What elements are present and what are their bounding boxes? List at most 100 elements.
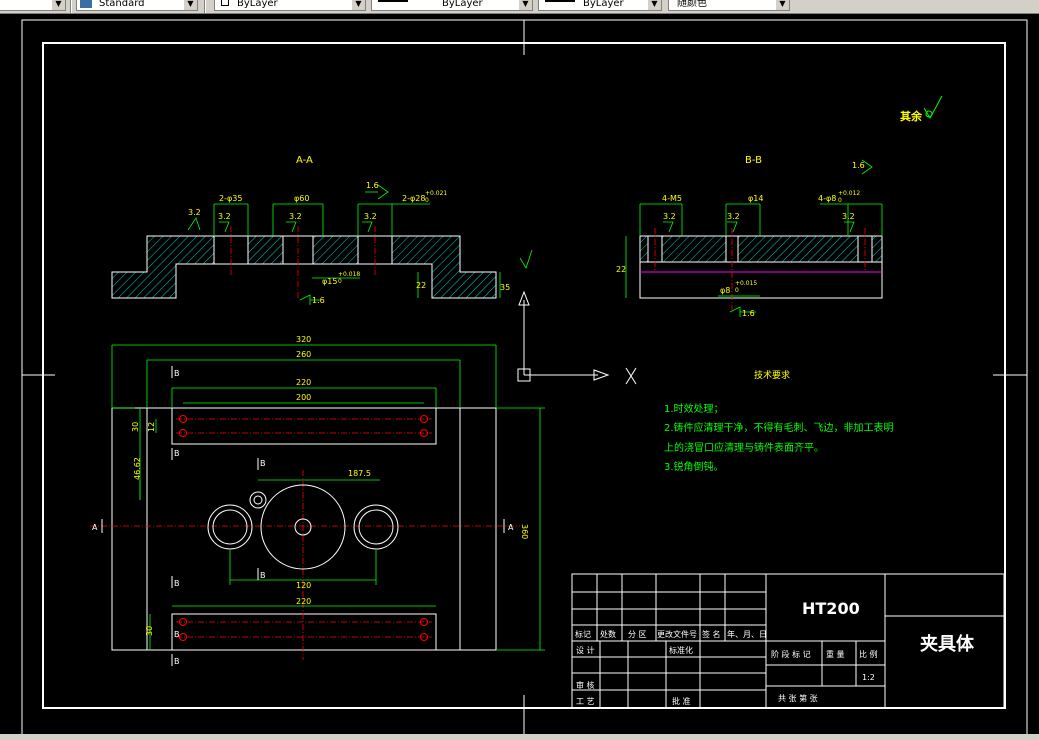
- chevron-down-icon[interactable]: ▼: [518, 0, 532, 10]
- layer-value: ByLayer: [237, 0, 278, 9]
- label-b-4: B: [260, 571, 266, 580]
- label-a-right: A: [508, 523, 514, 532]
- layer-dropdown[interactable]: ByLayer ▼: [214, 0, 366, 11]
- section-b-title: B-B: [745, 155, 762, 166]
- roughness-a-right: 3.2: [364, 212, 377, 221]
- text-style-dropdown[interactable]: Standard ▼: [76, 0, 198, 11]
- dim-30-bottom: 30: [145, 626, 154, 636]
- chevron-down-icon[interactable]: ▼: [51, 0, 65, 10]
- stage-label: 阶 段 标 记: [771, 649, 811, 659]
- rest-finish-text: 其余: [900, 109, 923, 123]
- weight-label: 重 量: [826, 649, 845, 659]
- tol-15: +0.018: [338, 271, 360, 278]
- dim-15: φ15: [322, 277, 337, 286]
- dim-320: 320: [296, 335, 311, 344]
- dim-2x35: 2-φ35: [219, 194, 242, 203]
- tol-8: +0.012: [838, 190, 860, 197]
- col-mark: 标记: [575, 629, 591, 639]
- chevron-down-icon[interactable]: ▼: [775, 0, 789, 10]
- col-zone: 分 区: [628, 630, 647, 639]
- roughness-a-bottom: 1.6: [312, 296, 325, 305]
- dim-b-bottom: φ8: [720, 286, 730, 295]
- dim-4x15: 4-M5: [662, 194, 682, 203]
- linetype-swatch-icon: [378, 0, 408, 2]
- row-review: 审 核: [576, 680, 595, 690]
- roughness-b-top: 1.6: [852, 161, 865, 170]
- dim-120: 120: [296, 581, 311, 590]
- lineweight-dropdown[interactable]: ByLayer ▼: [538, 0, 662, 11]
- dim-220-top: 220: [296, 378, 311, 387]
- row-standard: 标准化: [669, 645, 693, 655]
- roughness-b-3: 3.2: [842, 212, 855, 221]
- rest-finish-symbol: 其余: [900, 95, 943, 123]
- drawing-canvas[interactable]: 其余 A-A 2-φ35 φ60 2-φ28 +0.021 0 3.2 3.2 …: [0, 14, 1039, 740]
- tech-line-2: 2.铸件应清理干净，不得有毛刺、飞边，非加工表明: [664, 421, 894, 434]
- scale-label: 比 例: [859, 649, 878, 659]
- label-a-left: A: [92, 523, 98, 532]
- label-b-5: B: [174, 579, 180, 588]
- label-b-1: B: [174, 369, 180, 378]
- dim-a-side-2: 35: [500, 283, 510, 292]
- part-name-text: 夹具体: [920, 633, 975, 655]
- plotstyle-dropdown[interactable]: 随颜色 ▼: [668, 0, 790, 11]
- roughness-a-left: 3.2: [218, 212, 231, 221]
- left-dropdown[interactable]: ▼: [0, 0, 66, 11]
- chevron-down-icon[interactable]: ▼: [647, 0, 661, 10]
- roughness-b-1: 3.2: [663, 212, 676, 221]
- tol-b-bottom: +0.015: [735, 280, 757, 287]
- tol-15b: 0: [338, 278, 342, 285]
- chevron-down-icon[interactable]: ▼: [183, 0, 197, 10]
- plan-view: 320 260 220 200 30 12 46.62 187.5 120 22…: [90, 335, 545, 666]
- tol-8b: 0: [838, 197, 842, 204]
- roughness-b-2: 3.2: [727, 212, 740, 221]
- linetype-dropdown[interactable]: ByLayer ▼: [371, 0, 533, 11]
- dim-a-side-1: 22: [416, 281, 426, 290]
- section-a-title: A-A: [296, 155, 313, 166]
- dim-220-bottom: 220: [296, 597, 311, 606]
- roughness-b-bottom: 1.6: [742, 309, 755, 318]
- roughness-check-icon: [923, 95, 943, 120]
- dim-187: 187.5: [348, 469, 371, 478]
- dim-260: 260: [296, 350, 311, 359]
- tol-28b: 0: [425, 197, 429, 204]
- dim-height-right: 360: [520, 524, 529, 539]
- roughness-a-mid: 3.2: [289, 212, 302, 221]
- top-slot: [171, 407, 437, 445]
- section-a-view: A-A 2-φ35 φ60 2-φ28 +0.021 0 3.2 3.2 3.2…: [111, 155, 533, 305]
- row-process: 工 艺: [576, 697, 595, 706]
- dim-2x28: 2-φ28: [402, 194, 425, 203]
- lineweight-value: ByLayer: [583, 0, 624, 9]
- properties-toolbar: ▼ Standard ▼ ByLayer ▼ ByLayer ▼ ByLayer…: [0, 0, 1039, 14]
- lineweight-swatch-icon: [545, 0, 575, 2]
- col-sign: 签 名: [702, 629, 721, 639]
- color-square-icon: [221, 0, 229, 6]
- dim-60: φ60: [294, 194, 309, 203]
- section-b-hatch: [639, 235, 883, 263]
- ucs-icon: [517, 290, 637, 385]
- label-b-6: B: [174, 657, 180, 666]
- chevron-down-icon[interactable]: ▼: [351, 0, 365, 10]
- label-b-3: B: [260, 459, 266, 468]
- sheet-outer-border: [21, 19, 1028, 737]
- col-count: 处数: [600, 629, 616, 639]
- dim-14: φ14: [748, 194, 763, 203]
- plotstyle-value: 随颜色: [677, 0, 707, 9]
- roughness-a-side: 3.2: [188, 208, 201, 217]
- dim-30-top: 30: [131, 422, 140, 432]
- text-style-value: Standard: [99, 0, 145, 9]
- linetype-value: ByLayer: [442, 0, 483, 9]
- tech-line-1: 1.时效处理；: [664, 402, 724, 415]
- tol-28: +0.021: [425, 190, 447, 197]
- centering-marks: [22, 20, 1027, 736]
- dim-46: 46.62: [133, 457, 142, 480]
- dim-b-height: 22: [616, 265, 626, 274]
- label-b-2: B: [174, 449, 180, 458]
- dim-200: 200: [296, 393, 311, 402]
- label-b-7: B: [174, 630, 180, 639]
- scale-value: 1:2: [862, 673, 875, 682]
- col-docno: 更改文件号: [657, 629, 697, 639]
- tech-line-3: 上的浇冒口应清理与铸件表面齐平。: [664, 441, 824, 454]
- row-design: 设 计: [576, 645, 595, 655]
- row-approve: 批 准: [672, 696, 691, 706]
- dim-12: 12: [147, 422, 156, 432]
